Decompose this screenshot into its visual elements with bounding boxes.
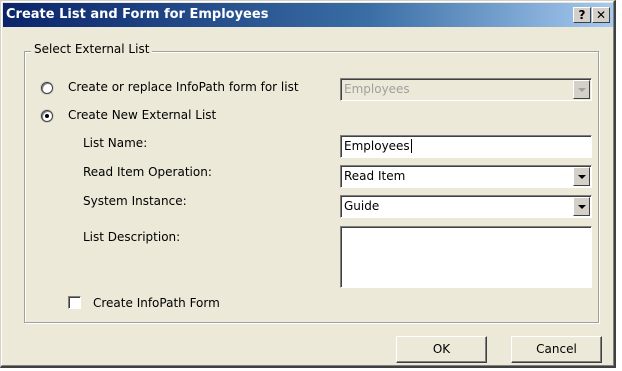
cancel-button[interactable]: Cancel <box>511 336 602 363</box>
read-item-operation-value: Read Item <box>344 169 406 183</box>
text-caret <box>410 139 412 153</box>
radio-new-external-list[interactable] <box>41 110 53 122</box>
chevron-down-icon <box>573 80 590 99</box>
system-instance-value: Guide <box>344 199 380 213</box>
chevron-down-icon[interactable] <box>573 197 590 216</box>
title-bar[interactable]: Create List and Form for Employees ? ✕ <box>3 3 613 27</box>
create-infopath-form-label[interactable]: Create InfoPath Form <box>93 296 220 310</box>
list-description-textarea[interactable] <box>340 226 592 288</box>
system-instance-label: System Instance: <box>83 194 187 208</box>
chevron-down-icon[interactable] <box>573 167 590 186</box>
help-button[interactable]: ? <box>573 7 591 23</box>
list-name-label: List Name: <box>83 136 148 150</box>
read-item-operation-select[interactable]: Read Item <box>340 165 592 188</box>
existing-list-value: Employees <box>344 82 410 96</box>
system-instance-select[interactable]: Guide <box>340 195 592 218</box>
list-name-value: Employees <box>344 139 410 153</box>
ok-button[interactable]: OK <box>396 336 487 363</box>
existing-list-select: Employees <box>340 78 592 101</box>
group-legend: Select External List <box>31 42 153 56</box>
radio-replace-form-label[interactable]: Create or replace InfoPath form for list <box>68 80 299 94</box>
close-icon: ✕ <box>595 8 607 22</box>
list-description-label: List Description: <box>83 230 181 244</box>
close-button[interactable]: ✕ <box>592 7 610 23</box>
radio-new-external-list-label[interactable]: Create New External List <box>68 108 216 122</box>
dialog-title: Create List and Form for Employees <box>6 7 269 22</box>
create-list-dialog: Create List and Form for Employees ? ✕ S… <box>0 0 616 368</box>
create-infopath-form-checkbox[interactable] <box>68 296 81 309</box>
radio-replace-form[interactable] <box>41 82 53 94</box>
read-item-operation-label: Read Item Operation: <box>83 165 212 179</box>
list-name-input[interactable]: Employees <box>340 135 592 158</box>
